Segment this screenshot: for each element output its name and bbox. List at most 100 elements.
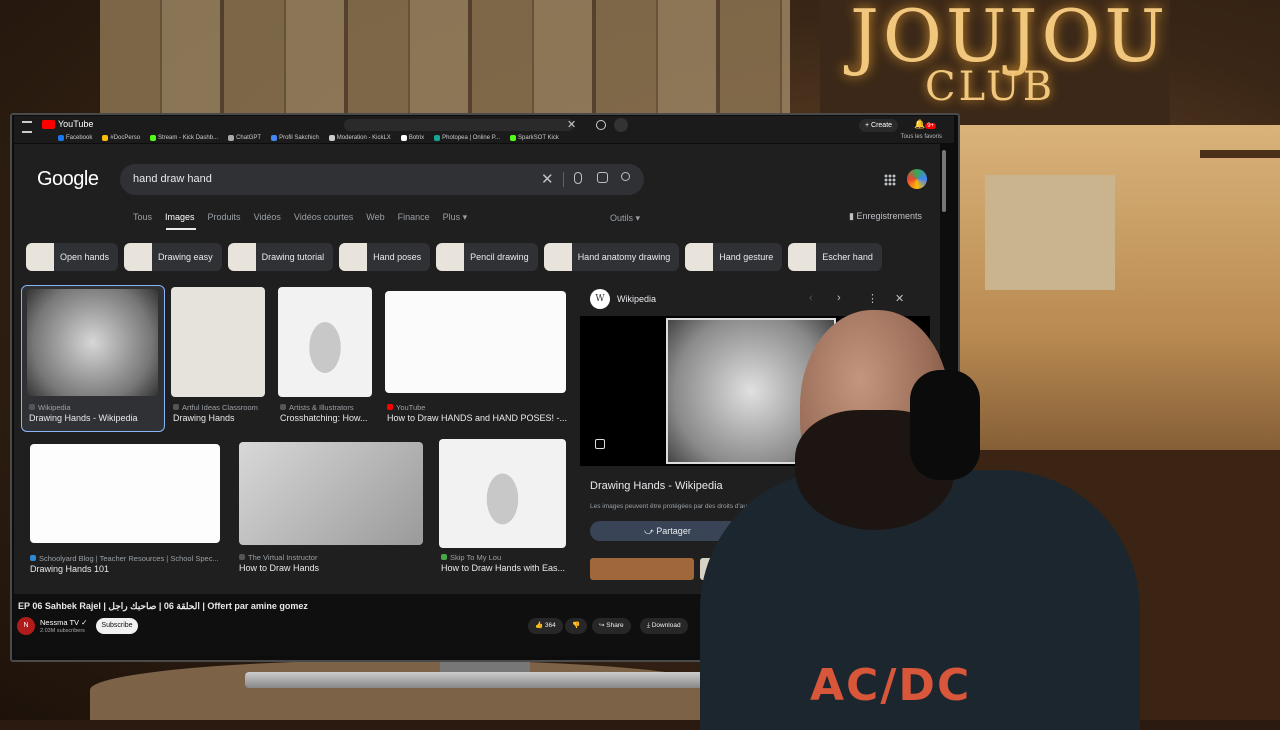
chip-label: Pencil drawing (470, 252, 529, 262)
bookmark-item[interactable]: SparkSOT Kick (509, 135, 559, 141)
bookmark-item[interactable]: Botrix (400, 135, 425, 141)
google-logo[interactable]: Google (37, 168, 99, 191)
result-source: YouTube (387, 403, 425, 412)
channel-name[interactable]: Nessma TV ✓ (40, 618, 87, 627)
chip-thumbnail (124, 243, 153, 271)
bookmark-favicon-icon (58, 135, 64, 141)
tab-finance[interactable]: Finance (398, 212, 430, 223)
result-title[interactable]: Crosshatching: How... (280, 413, 368, 423)
bookmark-label: Photopea | Online P... (442, 135, 500, 141)
result-title[interactable]: How to Draw Hands with Eas... (441, 563, 565, 573)
result-image[interactable] (278, 287, 372, 397)
related-chip[interactable]: Drawing tutorial (227, 243, 334, 271)
microphone-icon[interactable] (574, 172, 582, 184)
bookmark-label: #DocPerso (110, 135, 141, 141)
chip-thumbnail (436, 243, 465, 271)
bookmark-favicon-icon (434, 135, 441, 141)
result-image[interactable] (385, 291, 566, 393)
result-image[interactable] (27, 289, 158, 396)
related-thumbnail[interactable] (590, 558, 694, 580)
google-search-box[interactable]: hand draw hand ✕ (120, 164, 644, 195)
all-bookmarks-link[interactable]: Tous les favoris (901, 134, 942, 140)
account-avatar[interactable] (907, 169, 927, 189)
related-chip[interactable]: Hand poses (339, 243, 431, 271)
bookmark-item[interactable]: Facebook (58, 135, 92, 141)
youtube-logo[interactable]: YouTube (42, 119, 93, 129)
lens-search-icon[interactable] (595, 439, 605, 449)
like-button[interactable]: 👍 364 (528, 618, 563, 634)
related-chip[interactable]: Hand anatomy drawing (543, 243, 680, 271)
bookmark-item[interactable]: Photopea | Online P... (434, 135, 500, 141)
result-image[interactable] (239, 442, 423, 545)
tab-tous[interactable]: Tous (133, 212, 152, 223)
bookmark-label: Moderation - KickLX (336, 135, 391, 141)
clear-query-icon[interactable]: ✕ (541, 170, 554, 188)
notifications-bell-icon[interactable]: 🔔 9+ (914, 119, 937, 130)
dislike-button[interactable]: 👎 (565, 618, 587, 634)
search-icon[interactable] (621, 172, 630, 181)
result-image[interactable] (439, 439, 566, 548)
bookmark-label: SparkSOT Kick (517, 135, 559, 141)
result-title[interactable]: How to Draw Hands (239, 563, 319, 573)
chip-thumbnail (788, 243, 817, 271)
related-chip[interactable]: Drawing easy (124, 243, 222, 271)
result-title[interactable]: Drawing Hands - Wikipedia (29, 413, 138, 423)
search-query[interactable]: hand draw hand (133, 173, 212, 185)
result-title[interactable]: Drawing Hands 101 (30, 564, 109, 574)
result-title[interactable]: Drawing Hands (173, 413, 235, 423)
front-table (90, 660, 730, 720)
share-label: Partager (656, 526, 691, 536)
tab-vidéos-courtes[interactable]: Vidéos courtes (294, 212, 353, 223)
result-title[interactable]: How to Draw HANDS and HAND POSES! -... (387, 413, 567, 423)
streamer-webcam (690, 300, 1160, 730)
bookmark-item[interactable]: #DocPerso (102, 135, 140, 141)
chip-label: Hand anatomy drawing (577, 252, 671, 262)
result-image[interactable] (171, 287, 265, 397)
related-chip[interactable]: Escher hand (788, 243, 882, 271)
google-lens-icon[interactable] (597, 172, 608, 183)
tab-images[interactable]: Images (165, 212, 195, 223)
related-chip[interactable]: Pencil drawing (436, 243, 538, 271)
related-chip[interactable]: Open hands (26, 243, 119, 271)
channel-avatar[interactable]: N (17, 617, 35, 635)
tab-vidéos[interactable]: Vidéos (254, 212, 281, 223)
download-button[interactable]: ⤓ Download (640, 618, 688, 634)
youtube-play-icon (42, 119, 55, 129)
bookmark-item[interactable]: Moderation - KickLX (328, 135, 391, 141)
saved-label: Enregistrements (856, 211, 922, 221)
voice-search-button[interactable] (614, 118, 628, 132)
search-icon[interactable] (596, 120, 606, 130)
result-image[interactable] (30, 444, 220, 543)
bookmark-item[interactable]: ChatGPT (228, 135, 261, 141)
youtube-search-field[interactable] (344, 119, 574, 131)
bookmark-favicon-icon (509, 135, 516, 141)
tab-produits[interactable]: Produits (208, 212, 241, 223)
preview-source[interactable]: Wikipedia (617, 294, 656, 304)
hamburger-menu-icon[interactable] (22, 121, 32, 133)
shirt-logo: AC/DC (810, 660, 972, 711)
bookmark-label: ChatGPT (236, 135, 262, 141)
related-chip[interactable]: Hand gesture (685, 243, 783, 271)
tools-button[interactable]: Outils ▾ (610, 213, 640, 224)
chip-thumbnail (543, 243, 572, 271)
bookmark-label: Botrix (408, 135, 425, 141)
saved-button[interactable]: ▮ Enregistrements (849, 211, 922, 222)
tab-plus[interactable]: Plus ▾ (443, 212, 468, 223)
result-source: Artists & Illustrators (280, 403, 354, 412)
bookmark-item[interactable]: Stream - Kick Dashb... (150, 135, 218, 141)
clear-search-icon[interactable]: ✕ (567, 118, 576, 131)
share-video-button[interactable]: ↪ Share (592, 618, 631, 634)
bookmark-favicon-icon (271, 135, 278, 141)
subscribe-button[interactable]: Subscribe (96, 618, 138, 634)
wall-shelf (1200, 150, 1280, 158)
page-scrollbar[interactable] (942, 150, 946, 212)
active-tab-underline (166, 228, 196, 230)
google-apps-icon[interactable] (884, 174, 896, 186)
like-count: 364 (544, 622, 556, 629)
tab-web[interactable]: Web (366, 212, 384, 223)
bookmark-label: Facebook (66, 135, 93, 141)
bookmark-item[interactable]: Profil Sakchich (271, 135, 319, 141)
create-button[interactable]: + Create (859, 119, 899, 132)
chip-label: Hand gesture (719, 252, 774, 262)
bookmark-favicon-icon (328, 135, 335, 141)
